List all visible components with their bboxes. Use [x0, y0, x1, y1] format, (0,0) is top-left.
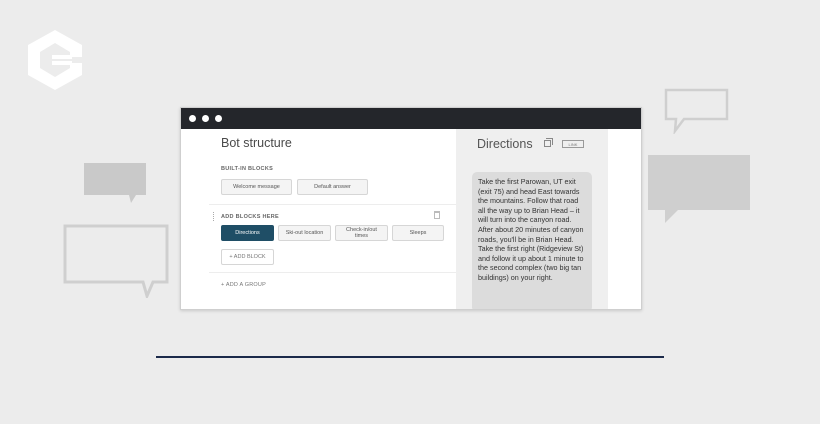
message-bubble[interactable]: Take the first Parowan, UT exit (exit 75… — [472, 172, 592, 309]
preview-strip — [608, 129, 641, 309]
trash-icon[interactable] — [434, 211, 440, 219]
section-divider — [209, 272, 456, 273]
section-divider — [209, 204, 456, 205]
speech-bubble-outline-icon — [664, 88, 729, 134]
add-blocks-label: ADD BLOCKS HERE — [221, 214, 279, 220]
brand-c-logo-icon — [28, 30, 82, 90]
speech-bubble-outline-icon — [63, 224, 169, 298]
speech-bubble-icon — [84, 163, 146, 203]
window-minimize-dot[interactable] — [202, 115, 209, 122]
app-window: Bot structure BUILT-IN BLOCKS Welcome me… — [180, 107, 642, 310]
block-ski-out-location-button[interactable]: Ski-out location — [278, 225, 331, 241]
window-titlebar — [181, 108, 641, 129]
add-group-link[interactable]: + ADD A GROUP — [221, 282, 266, 288]
welcome-message-button[interactable]: Welcome message — [221, 179, 292, 195]
built-in-blocks-label: BUILT-IN BLOCKS — [221, 166, 274, 172]
block-check-in-out-times-button[interactable]: Check-in/out times — [335, 225, 388, 241]
add-block-button[interactable]: + ADD BLOCK — [221, 249, 274, 265]
link-button[interactable]: LINK — [562, 140, 584, 148]
block-detail-title: Directions — [477, 137, 533, 151]
default-answer-button[interactable]: Default answer — [297, 179, 368, 195]
block-sleeps-button[interactable]: Sleeps — [392, 225, 444, 241]
bot-structure-panel: Bot structure BUILT-IN BLOCKS Welcome me… — [181, 129, 456, 309]
divider-rule — [156, 356, 664, 358]
speech-bubble-icon — [648, 155, 750, 223]
link-label: LINK — [568, 141, 578, 147]
block-detail-panel: Directions LINK Take the first Parowan, … — [456, 129, 608, 309]
bot-structure-title: Bot structure — [221, 136, 292, 150]
block-directions-button[interactable]: Directions — [221, 225, 274, 241]
window-close-dot[interactable] — [189, 115, 196, 122]
copy-icon[interactable] — [544, 138, 553, 147]
drag-handle-icon[interactable] — [213, 212, 216, 221]
window-maximize-dot[interactable] — [215, 115, 222, 122]
